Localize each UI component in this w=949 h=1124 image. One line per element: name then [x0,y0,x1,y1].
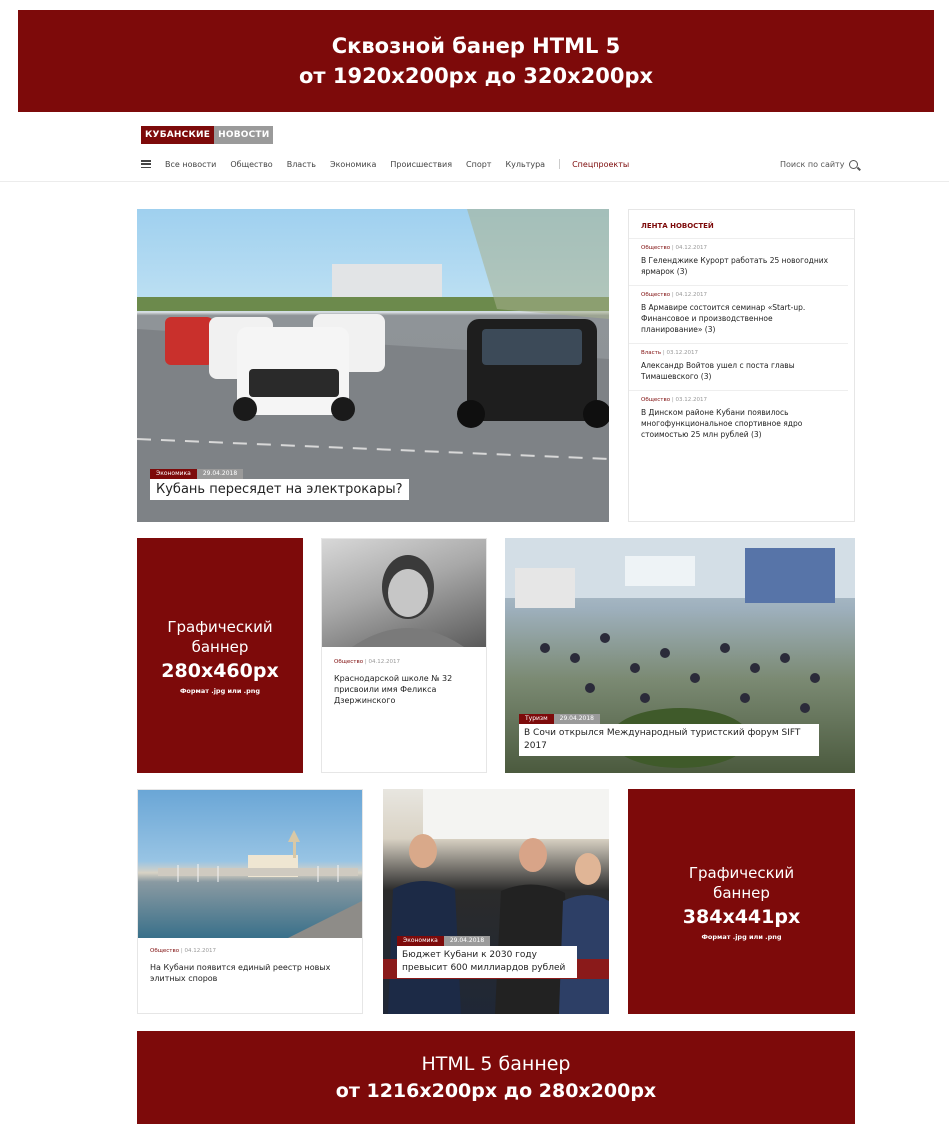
feed-item-text: В Геленджике Курорт работать 25 новогодн… [641,256,829,276]
top-banner-line2: от 1920x200px до 320x200px [298,64,654,88]
budget-title[interactable]: Бюджет Кубани к 2030 году превысит 600 м… [397,946,577,978]
logo-part2: НОВОСТИ [214,126,274,144]
banner-384-size: 384x441px [682,905,801,928]
card-date: 04.12.2017 [368,659,400,665]
hero-article[interactable]: Экономика 29.04.2018 Кубань пересядет на… [137,209,609,522]
nav-item-sport[interactable]: Спорт [466,160,491,169]
forum-date: 29.04.2018 [553,714,600,724]
portrait-image [322,539,486,647]
feed-item-date: 03.12.2017 [666,350,699,356]
banner-280-line1: Графический [167,617,273,636]
search-link[interactable]: Поиск по сайту [780,156,859,172]
article-card-portrait[interactable]: Общество | 04.12.2017 Краснодарской школ… [321,538,487,773]
nav-item-all-news[interactable]: Все новости [165,160,216,169]
forum-category-badge[interactable]: Туризм [519,714,554,724]
banner-384-line2: баннер [713,883,770,902]
feed-item-text: В Армавире состоится семинар «Start-up. … [641,303,806,334]
top-ad-banner[interactable]: Сквозной банер HTML 5 от 1920x200px до 3… [18,10,934,112]
feed-item-text: В Динском районе Кубани появилось многоф… [641,408,803,439]
nav-item-power[interactable]: Власть [287,160,316,169]
budget-image [383,789,609,1014]
nav-item-culture[interactable]: Культура [505,160,545,169]
budget-date: 29.04.2018 [443,936,491,946]
hero-date: 29.04.2018 [196,469,244,479]
nav-item-incidents[interactable]: Происшествия [390,160,452,169]
feed-item-category[interactable]: Общество [641,245,670,251]
site-header: КУБАНСКИЕ НОВОСТИ Все новости Общество В… [0,112,949,182]
graphic-banner-384[interactable]: Графический баннер 384x441px Формат .jpg… [628,789,855,1014]
card-date: 04.12.2017 [184,948,216,954]
forum-title[interactable]: В Сочи открылся Международный туристский… [519,724,819,756]
feed-item[interactable]: Общество | 04.12.2017 В Армавире состоит… [629,286,848,344]
site-logo[interactable]: КУБАНСКИЕ НОВОСТИ [141,126,274,144]
bottom-banner-line1: HTML 5 баннер [421,1052,571,1075]
feed-item-date: 04.12.2017 [675,245,707,251]
feed-item[interactable]: Общество | 03.12.2017 В Динском районе К… [629,391,848,448]
feed-item-date: 03.12.2017 [675,397,707,403]
feed-item-date: 04.12.2017 [675,292,707,298]
nav-item-economy[interactable]: Экономика [330,160,376,169]
banner-280-line2: баннер [191,637,249,656]
bottom-ad-banner[interactable]: HTML 5 баннер от 1216x200px до 280x200px [137,1031,855,1124]
top-banner-line1: Сквозной банер HTML 5 [331,34,621,58]
news-feed: ЛЕНТА НОВОСТЕЙ Общество | 04.12.2017 В Г… [628,209,855,522]
banner-280-format: Формат .jpg или .png [179,686,261,695]
feed-item-text: Александр Войтов ушел с поста главы Тима… [641,361,795,381]
feed-item[interactable]: Общество | 04.12.2017 В Геленджике Курор… [629,239,848,286]
search-icon [849,159,859,169]
news-feed-title: ЛЕНТА НОВОСТЕЙ [629,210,854,239]
nav-divider [559,159,561,169]
search-label: Поиск по сайту [780,159,845,169]
bottom-banner-line2: от 1216x200px до 280x200px [335,1079,657,1102]
hero-title[interactable]: Кубань пересядет на электрокары? [150,479,409,500]
card-title[interactable]: Краснодарской школе № 32 присвоили имя Ф… [334,673,479,706]
forum-article[interactable]: Туризм 29.04.2018 В Сочи открылся Междун… [505,538,855,773]
banner-384-format: Формат .jpg или .png [701,932,782,941]
card-category[interactable]: Общество [150,948,179,954]
budget-article[interactable]: Экономика 29.04.2018 Бюджет Кубани к 203… [383,789,609,1014]
feed-item-category[interactable]: Власть [641,350,661,356]
banner-280-size: 280x460px [161,659,279,682]
feed-item-category[interactable]: Общество [641,397,670,403]
article-card-port[interactable]: Общество | 04.12.2017 На Кубани появится… [137,789,363,1014]
feed-item[interactable]: Власть | 03.12.2017 Александр Войтов уше… [629,344,848,391]
nav-item-special-projects[interactable]: Спецпроекты [572,160,629,169]
card-title[interactable]: На Кубани появится единый реестр новых э… [150,962,355,984]
banner-384-line1: Графический [688,863,795,882]
card-category[interactable]: Общество [334,659,363,665]
main-nav: Все новости Общество Власть Экономика Пр… [141,156,643,172]
budget-category-badge[interactable]: Экономика [397,936,444,946]
logo-part1: КУБАНСКИЕ [141,126,215,144]
seaport-image [138,790,362,938]
hero-category-badge[interactable]: Экономика [150,469,197,479]
nav-item-society[interactable]: Общество [230,160,272,169]
feed-item-category[interactable]: Общество [641,292,670,298]
graphic-banner-280[interactable]: Графический баннер 280x460px Формат .jpg… [137,538,303,773]
menu-icon[interactable] [141,160,151,168]
